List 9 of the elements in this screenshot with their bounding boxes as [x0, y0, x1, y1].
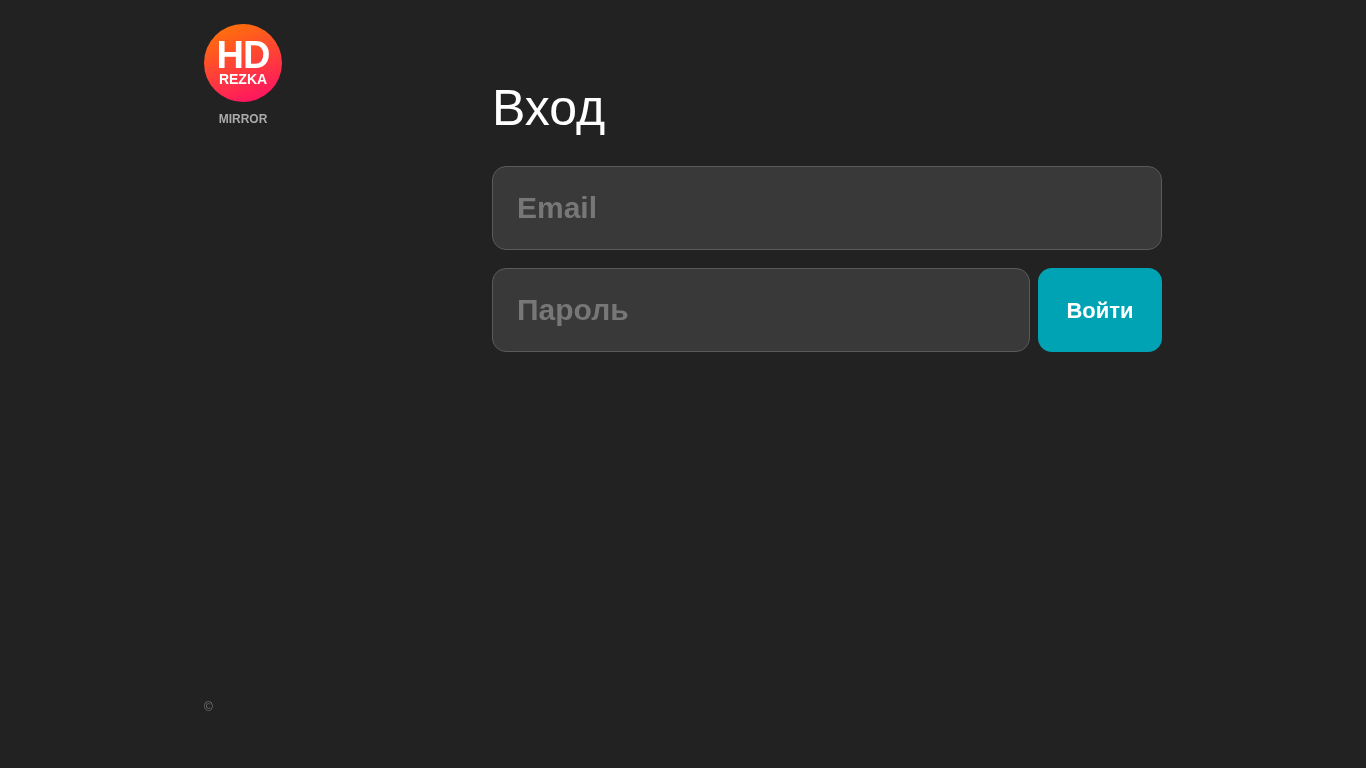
logo-title: HD	[216, 39, 270, 71]
logo-caption: MIRROR	[218, 112, 268, 126]
login-button[interactable]: Войти	[1038, 268, 1162, 352]
logo-subtitle: REZKA	[218, 71, 268, 87]
password-field[interactable]: Пароль	[492, 268, 1030, 352]
email-field[interactable]: Email	[492, 166, 1162, 250]
logo[interactable]: HD REZKA	[204, 24, 282, 102]
login-heading: Вход	[492, 79, 606, 138]
copyright-text: ©	[204, 700, 213, 714]
